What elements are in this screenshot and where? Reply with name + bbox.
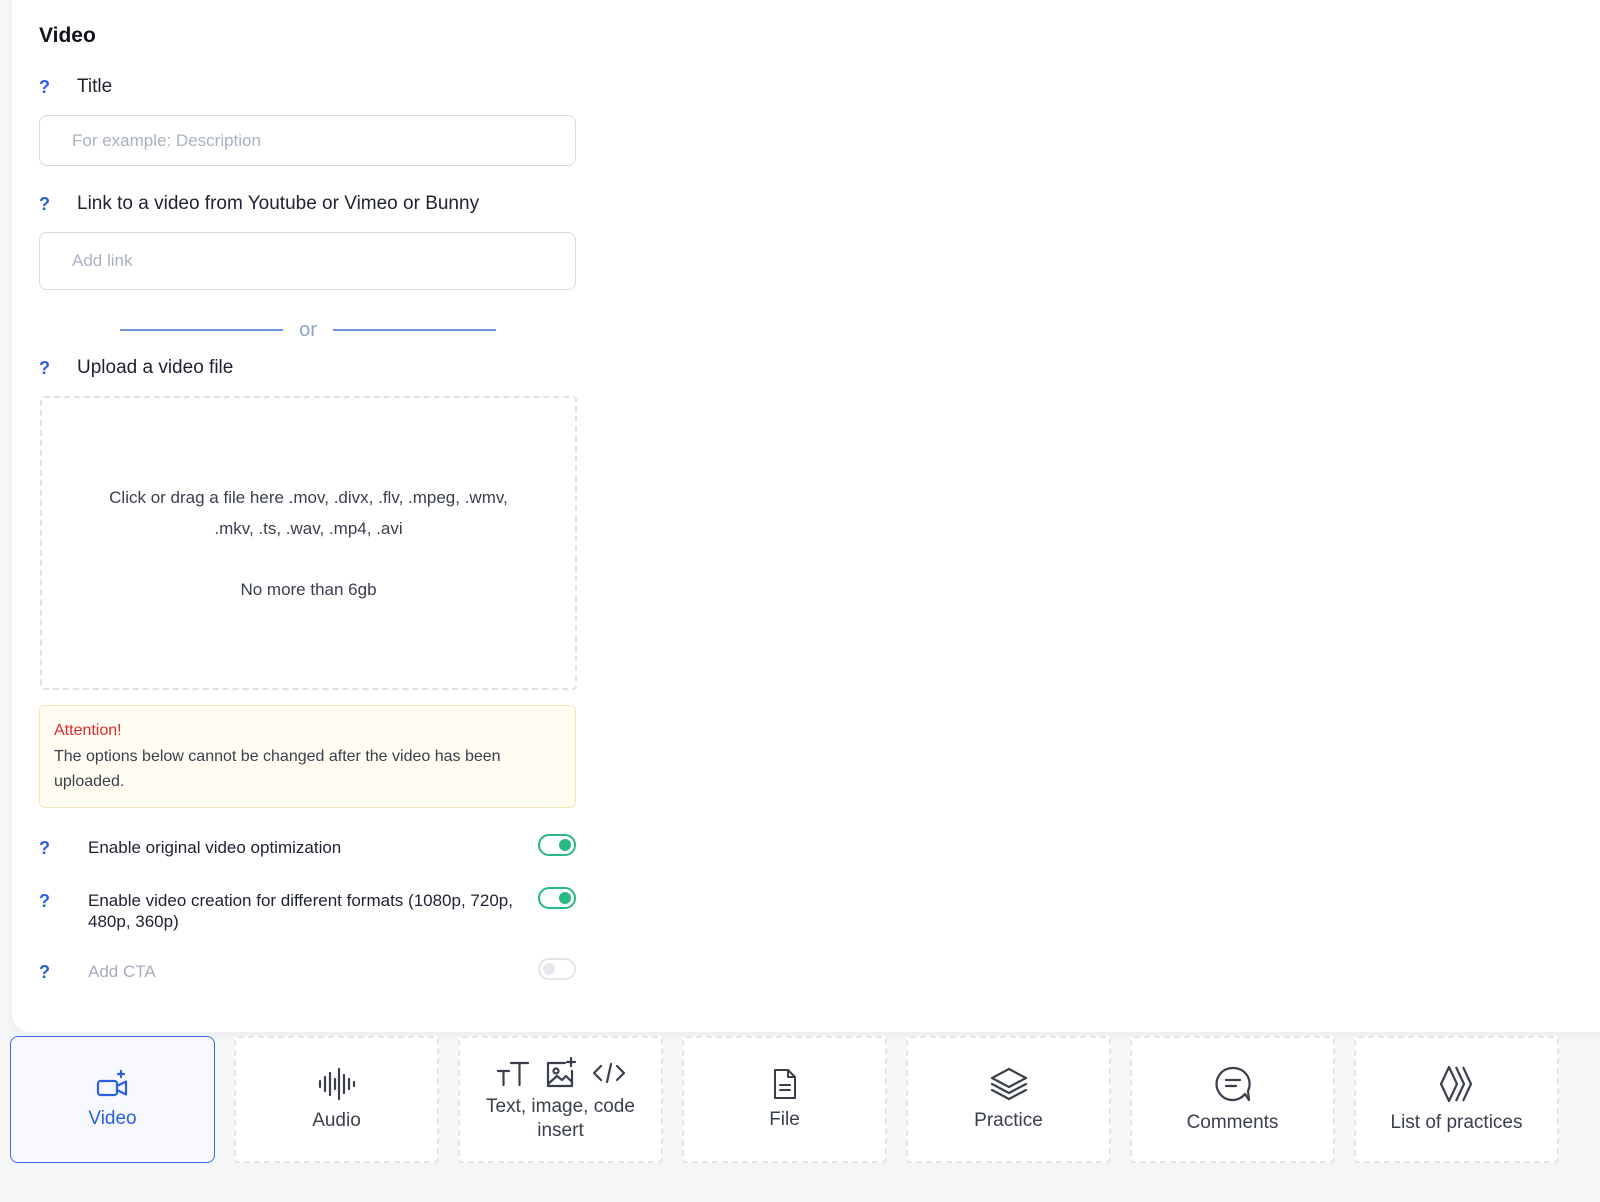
tab-label: Audio bbox=[312, 1109, 361, 1131]
tab-comments[interactable]: Comments bbox=[1130, 1036, 1335, 1163]
cta-toggle[interactable] bbox=[538, 958, 576, 980]
tab-text-image-code[interactable]: Text, image, code insert bbox=[458, 1036, 663, 1163]
toggle-knob bbox=[559, 839, 571, 851]
tab-video[interactable]: Video bbox=[10, 1036, 215, 1163]
tab-practice[interactable]: Practice bbox=[906, 1036, 1111, 1163]
option-multiple-formats: ? Enable video creation for different fo… bbox=[39, 887, 576, 932]
tab-list-of-practices[interactable]: List of practices bbox=[1354, 1036, 1559, 1163]
tab-icon-group bbox=[496, 1056, 626, 1089]
optimization-toggle[interactable] bbox=[538, 834, 576, 856]
tab-label: Comments bbox=[1186, 1111, 1279, 1133]
dropzone-formats-text: Click or drag a file here .mov, .divx, .… bbox=[109, 487, 508, 538]
help-icon[interactable]: ? bbox=[39, 891, 53, 912]
audio-wave-icon bbox=[318, 1067, 355, 1100]
video-settings-panel: Video ? Title ? Link to a video from You… bbox=[12, 0, 1600, 1032]
help-icon[interactable]: ? bbox=[39, 77, 53, 98]
text-size-icon bbox=[496, 1061, 529, 1086]
or-text: or bbox=[299, 318, 317, 341]
tab-audio[interactable]: Audio bbox=[234, 1036, 439, 1163]
link-field-label-row: ? Link to a video from Youtube or Vimeo … bbox=[39, 193, 479, 215]
divider-line-left bbox=[120, 329, 283, 331]
comment-icon bbox=[1214, 1066, 1251, 1101]
option-video-optimization: ? Enable original video optimization bbox=[39, 834, 576, 859]
help-icon[interactable]: ? bbox=[39, 838, 53, 859]
help-icon[interactable]: ? bbox=[39, 962, 53, 983]
video-add-icon bbox=[96, 1069, 127, 1096]
attention-notice: Attention! The options below cannot be c… bbox=[39, 705, 576, 808]
file-icon bbox=[773, 1068, 796, 1099]
content-type-tabs: Video Audio Text, image, code insert Fil… bbox=[10, 1036, 1600, 1164]
video-link-input[interactable] bbox=[39, 232, 576, 290]
tab-label: Video bbox=[88, 1107, 137, 1129]
image-add-icon bbox=[546, 1056, 576, 1087]
tab-file[interactable]: File bbox=[682, 1036, 887, 1163]
formats-toggle[interactable] bbox=[538, 887, 576, 909]
or-divider: or bbox=[120, 318, 496, 342]
attention-body: The options below cannot be changed afte… bbox=[54, 748, 501, 790]
help-icon[interactable]: ? bbox=[39, 358, 53, 379]
chevrons-icon bbox=[1439, 1065, 1472, 1102]
option-label: Add CTA bbox=[88, 962, 156, 981]
upload-label: Upload a video file bbox=[77, 357, 234, 378]
divider-line-right bbox=[332, 329, 496, 331]
tab-label: Text, image, code insert bbox=[486, 1095, 635, 1141]
tab-label: List of practices bbox=[1390, 1111, 1523, 1133]
layers-icon bbox=[990, 1067, 1027, 1100]
upload-label-row: ? Upload a video file bbox=[39, 357, 233, 379]
title-field-label-row: ? Title bbox=[39, 76, 112, 98]
link-field-label: Link to a video from Youtube or Vimeo or… bbox=[77, 193, 480, 214]
option-label: Enable original video optimization bbox=[88, 838, 342, 857]
tab-label: File bbox=[769, 1108, 800, 1130]
panel-title: Video bbox=[39, 24, 96, 47]
toggle-knob bbox=[559, 892, 571, 904]
option-add-cta: ? Add CTA bbox=[39, 958, 576, 983]
file-dropzone[interactable]: Click or drag a file here .mov, .divx, .… bbox=[40, 396, 577, 690]
title-input[interactable] bbox=[39, 115, 576, 166]
option-label: Enable video creation for different form… bbox=[88, 891, 513, 931]
dropzone-limit-text: No more than 6gb bbox=[240, 579, 377, 599]
help-icon[interactable]: ? bbox=[39, 194, 53, 215]
tab-label: Practice bbox=[974, 1109, 1043, 1131]
toggle-knob bbox=[543, 963, 555, 975]
code-icon bbox=[592, 1062, 625, 1083]
attention-title: Attention! bbox=[54, 722, 122, 739]
title-field-label: Title bbox=[77, 76, 113, 97]
